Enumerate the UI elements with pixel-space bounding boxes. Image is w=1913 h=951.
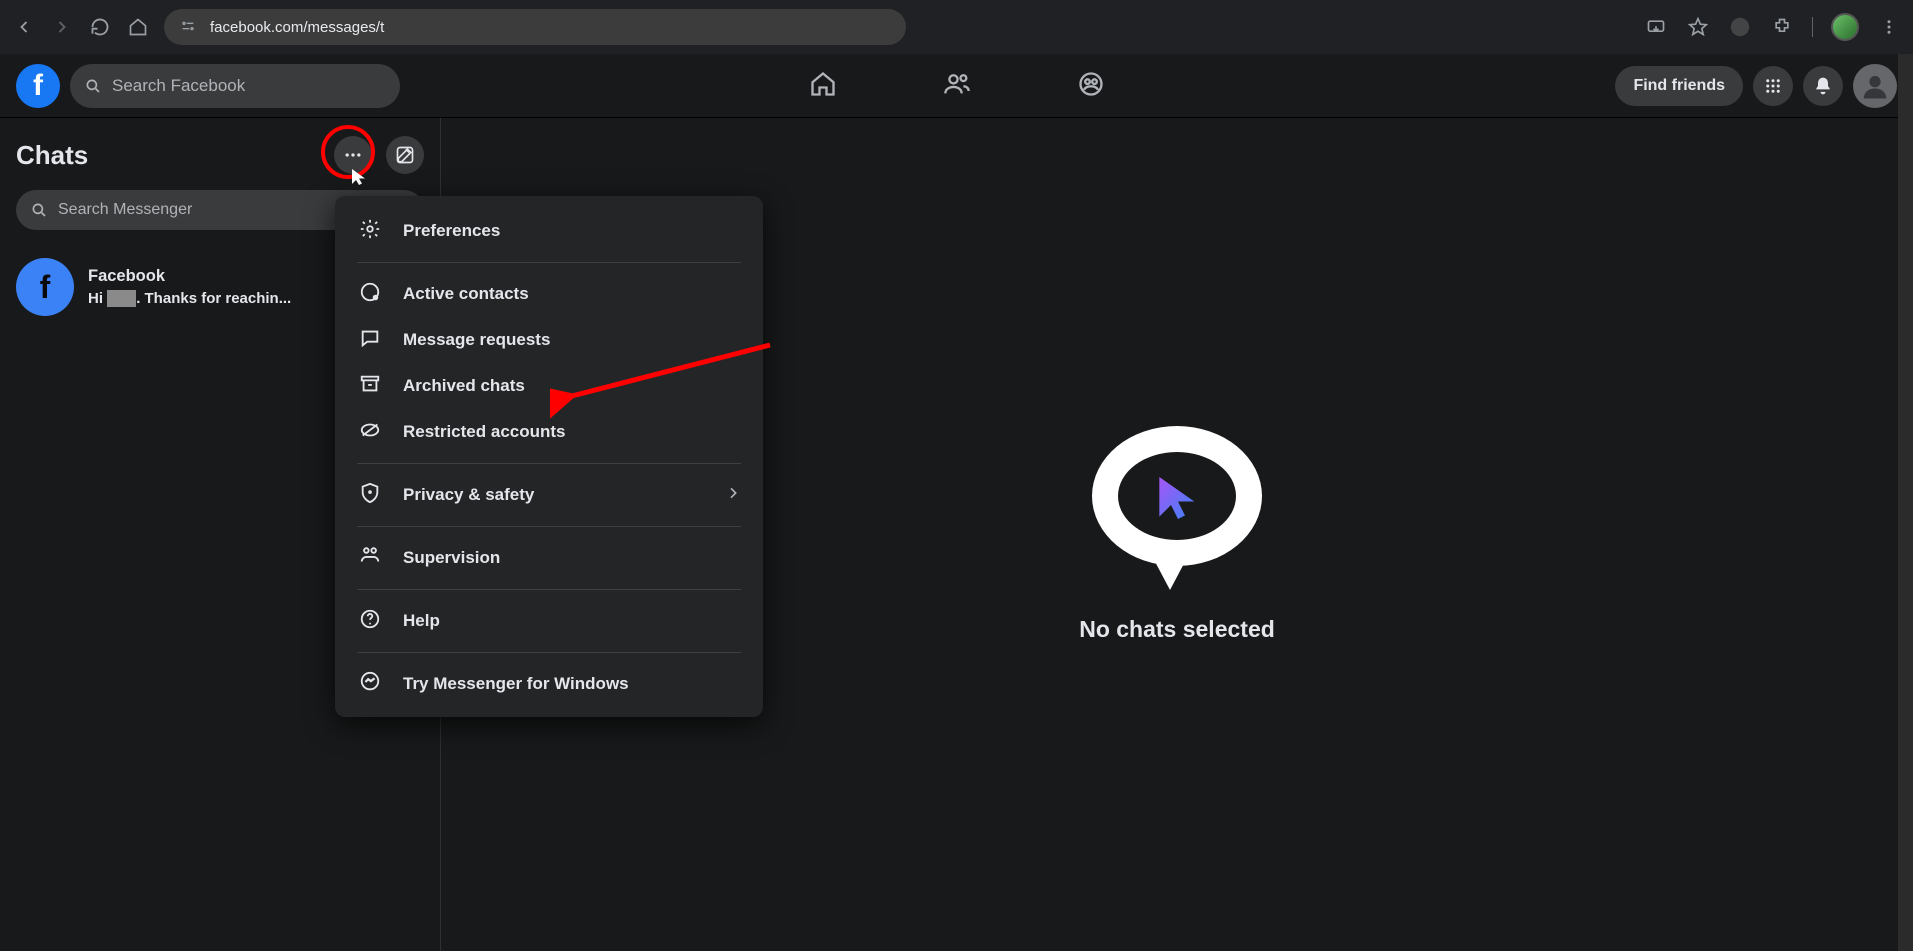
search-icon (30, 201, 48, 219)
home-button[interactable] (126, 15, 150, 39)
find-friends-button[interactable]: Find friends (1615, 66, 1743, 106)
new-message-button[interactable] (386, 136, 424, 174)
address-bar[interactable]: facebook.com/messages/t (164, 9, 906, 45)
profile-avatar[interactable] (1831, 13, 1859, 41)
menu-item-label: Archived chats (403, 376, 525, 396)
forward-button[interactable] (50, 15, 74, 39)
ellipsis-icon (343, 145, 363, 165)
search-placeholder: Search Facebook (112, 76, 245, 96)
globe-icon[interactable] (1728, 15, 1752, 39)
help-icon (357, 608, 383, 635)
chats-title: Chats (16, 140, 88, 171)
restricted-icon (357, 419, 383, 446)
menu-help[interactable]: Help (335, 598, 763, 644)
menu-preferences[interactable]: Preferences (335, 208, 763, 254)
chat-preview: Hi . Thanks for reachin... (88, 290, 291, 307)
menu-archived-chats[interactable]: Archived chats (335, 363, 763, 409)
active-icon (357, 281, 383, 308)
chats-options-menu: Preferences Active contacts Message requ… (335, 196, 763, 717)
gear-icon (357, 218, 383, 245)
facebook-search[interactable]: Search Facebook (70, 64, 400, 108)
facebook-logo[interactable]: f (16, 64, 60, 108)
back-button[interactable] (12, 15, 36, 39)
messenger-empty-icon (1092, 426, 1262, 586)
site-settings-icon[interactable] (180, 18, 196, 37)
account-button[interactable] (1853, 64, 1897, 108)
menu-grid-button[interactable] (1753, 66, 1793, 106)
menu-item-label: Restricted accounts (403, 422, 566, 442)
reload-button[interactable] (88, 15, 112, 39)
chat-avatar: f (16, 258, 74, 316)
menu-privacy-safety[interactable]: Privacy & safety (335, 472, 763, 518)
menu-item-label: Try Messenger for Windows (403, 674, 629, 694)
supervision-icon (357, 545, 383, 572)
scrollbar[interactable] (1898, 54, 1913, 951)
url-text: facebook.com/messages/t (210, 19, 384, 36)
chat-icon (357, 327, 383, 354)
menu-message-requests[interactable]: Message requests (335, 317, 763, 363)
menu-active-contacts[interactable]: Active contacts (335, 271, 763, 317)
menu-try-messenger[interactable]: Try Messenger for Windows (335, 661, 763, 707)
facebook-header: f Search Facebook Find friends (0, 54, 1913, 118)
messenger-icon (357, 671, 383, 698)
chats-options-button[interactable] (334, 136, 372, 174)
shield-icon (357, 482, 383, 509)
menu-supervision[interactable]: Supervision (335, 535, 763, 581)
archive-icon (357, 373, 383, 400)
bookmark-star-icon[interactable] (1686, 15, 1710, 39)
install-app-icon[interactable] (1644, 15, 1668, 39)
menu-item-label: Message requests (403, 330, 550, 350)
nav-home-icon[interactable] (801, 62, 845, 106)
browser-toolbar: facebook.com/messages/t (0, 0, 1913, 54)
search-icon (84, 77, 102, 95)
separator (1812, 17, 1813, 37)
messenger-search-placeholder: Search Messenger (58, 201, 192, 219)
menu-item-label: Active contacts (403, 284, 529, 304)
compose-icon (395, 145, 415, 165)
menu-item-label: Help (403, 611, 440, 631)
menu-restricted-accounts[interactable]: Restricted accounts (335, 409, 763, 455)
browser-menu-icon[interactable] (1877, 15, 1901, 39)
menu-item-label: Privacy & safety (403, 485, 534, 505)
menu-item-label: Supervision (403, 548, 500, 568)
nav-groups-icon[interactable] (1069, 62, 1113, 106)
find-friends-label: Find friends (1633, 77, 1725, 95)
chat-name: Facebook (88, 267, 291, 286)
notifications-button[interactable] (1803, 66, 1843, 106)
nav-friends-icon[interactable] (935, 62, 979, 106)
extensions-icon[interactable] (1770, 15, 1794, 39)
chevron-right-icon (725, 485, 741, 506)
empty-state-title: No chats selected (1079, 616, 1275, 643)
menu-item-label: Preferences (403, 221, 500, 241)
